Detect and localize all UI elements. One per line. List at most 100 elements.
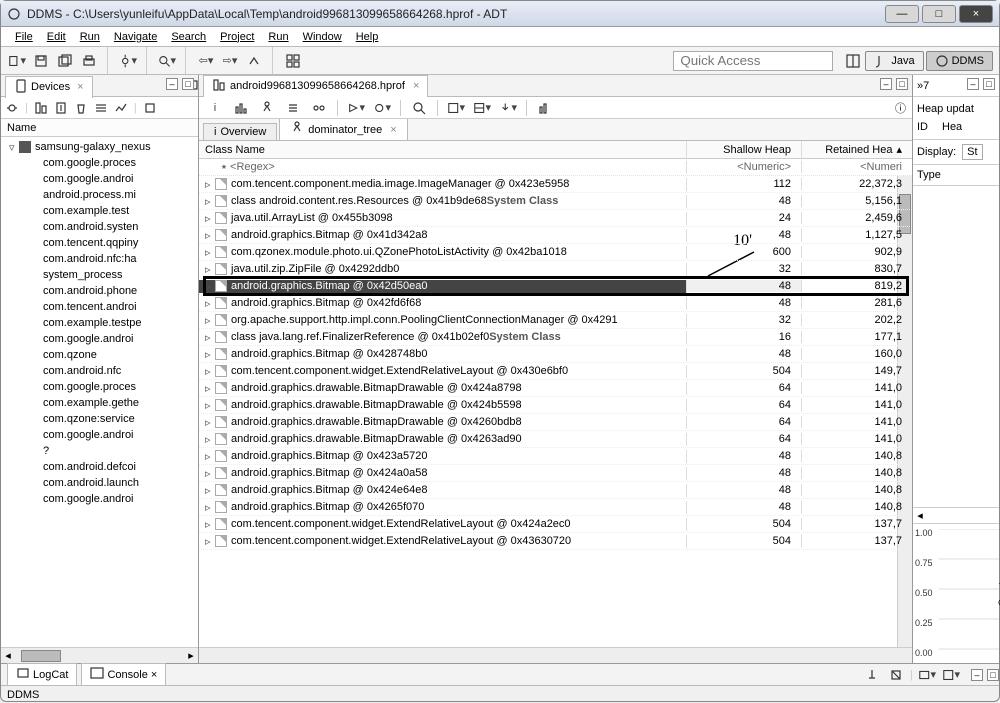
table-row[interactable]: ▹java.util.ArrayList @ 0x455b3098242,459… bbox=[199, 210, 912, 227]
table-row[interactable]: ▹android.graphics.drawable.BitmapDrawabl… bbox=[199, 431, 912, 448]
process-item[interactable]: com.android.systen bbox=[1, 219, 198, 235]
table-row[interactable]: ▹com.tencent.component.widget.ExtendRela… bbox=[199, 533, 912, 550]
logcat-tab[interactable]: LogCat bbox=[7, 663, 77, 686]
query-dropdown[interactable]: ▾ bbox=[372, 98, 392, 118]
table-row[interactable]: ▹android.graphics.Bitmap @ 0x428748b0481… bbox=[199, 346, 912, 363]
menu-window[interactable]: Window bbox=[297, 29, 348, 45]
process-item[interactable]: com.qzone bbox=[1, 347, 198, 363]
table-row[interactable]: ▹android.graphics.Bitmap @ 0x424e64e8481… bbox=[199, 482, 912, 499]
maximize-view-button[interactable]: □ bbox=[182, 78, 194, 90]
id-col-header[interactable]: ID bbox=[917, 121, 928, 133]
group-dropdown[interactable]: ▾ bbox=[446, 98, 466, 118]
process-item[interactable]: com.android.nfc:ha bbox=[1, 251, 198, 267]
menu-run[interactable]: Run bbox=[74, 29, 106, 45]
display-select[interactable]: St bbox=[962, 144, 982, 160]
save-button[interactable] bbox=[31, 51, 51, 71]
info-icon[interactable]: i bbox=[205, 98, 225, 118]
device-root[interactable]: ▿ samsung-galaxy_nexus bbox=[1, 139, 198, 155]
table-row[interactable]: ▹class java.lang.ref.FinalizerReference … bbox=[199, 329, 912, 346]
process-item[interactable]: system_process bbox=[1, 267, 198, 283]
right-scroll-left[interactable]: ◂ bbox=[913, 509, 927, 522]
search-dropdown-button[interactable]: ▾ bbox=[157, 51, 177, 71]
ddms-perspective-button[interactable]: DDMS bbox=[926, 51, 993, 71]
heap-icon[interactable] bbox=[34, 101, 48, 115]
table-row[interactable]: ▹java.util.zip.ZipFile @ 0x4292ddb032830… bbox=[199, 261, 912, 278]
minimize-view-button[interactable]: – bbox=[166, 78, 178, 90]
help-icon[interactable]: ⓘ bbox=[895, 100, 906, 116]
dominator-tree-icon[interactable] bbox=[257, 98, 277, 118]
open-perspective-button[interactable] bbox=[843, 51, 863, 71]
thread-overview-icon[interactable] bbox=[309, 98, 329, 118]
table-row[interactable]: ▹android.graphics.Bitmap @ 0x42d50ea0488… bbox=[199, 278, 912, 295]
console-tab[interactable]: Console × bbox=[81, 663, 166, 686]
devices-tab[interactable]: Devices × bbox=[5, 76, 93, 98]
table-row[interactable]: ▹com.tencent.component.widget.ExtendRela… bbox=[199, 516, 912, 533]
hprof-editor-tab[interactable]: android996813099658664268.hprof × bbox=[203, 75, 428, 97]
console-clear-icon[interactable] bbox=[886, 665, 906, 685]
console-pin-icon[interactable] bbox=[862, 665, 882, 685]
print-button[interactable] bbox=[79, 51, 99, 71]
find-icon[interactable] bbox=[409, 98, 429, 118]
minimize-button[interactable]: — bbox=[885, 5, 919, 23]
oql-icon[interactable] bbox=[283, 98, 303, 118]
process-item[interactable]: com.android.defcoi bbox=[1, 459, 198, 475]
process-item[interactable]: com.google.androi bbox=[1, 427, 198, 443]
java-perspective-button[interactable]: Java bbox=[865, 51, 923, 71]
table-row[interactable]: ▹android.graphics.Bitmap @ 0x42fd6f68482… bbox=[199, 295, 912, 312]
export-dropdown[interactable]: ▾ bbox=[498, 98, 518, 118]
table-row[interactable]: ▹com.tencent.component.widget.ExtendRela… bbox=[199, 363, 912, 380]
col-classname[interactable]: Class Name bbox=[199, 141, 687, 158]
devices-tree[interactable]: ▿ samsung-galaxy_nexus com.google.proces… bbox=[1, 137, 198, 647]
stop-icon[interactable] bbox=[143, 101, 157, 115]
menu-project[interactable]: Project bbox=[214, 29, 260, 45]
process-item[interactable]: com.example.gethe bbox=[1, 395, 198, 411]
menu-edit[interactable]: Edit bbox=[41, 29, 72, 45]
run-report-dropdown[interactable]: ▾ bbox=[346, 98, 366, 118]
nav-up-button[interactable] bbox=[244, 51, 264, 71]
regex-filter-row[interactable]: ⭑ <Regex> <Numeric> <Numeri bbox=[199, 159, 912, 176]
console-open-dropdown[interactable]: ▾ bbox=[941, 665, 961, 685]
save-all-button[interactable] bbox=[55, 51, 75, 71]
process-item[interactable]: android.process.mi bbox=[1, 187, 198, 203]
dump-hprof-icon[interactable] bbox=[54, 101, 68, 115]
process-item[interactable]: com.tencent.qqpiny bbox=[1, 235, 198, 251]
devices-name-header[interactable]: Name bbox=[1, 119, 198, 137]
nav-fwd-button[interactable]: ⇨▾ bbox=[220, 51, 240, 71]
close-icon[interactable]: × bbox=[390, 124, 396, 136]
table-row[interactable]: ▹com.qzonex.module.photo.ui.QZonePhotoLi… bbox=[199, 244, 912, 261]
debug-icon[interactable] bbox=[5, 101, 19, 115]
minimize-right-button[interactable]: – bbox=[967, 78, 979, 90]
close-button[interactable]: × bbox=[959, 5, 993, 23]
close-icon[interactable]: × bbox=[77, 81, 83, 93]
process-item[interactable]: ? bbox=[1, 443, 198, 459]
table-row[interactable]: ▹android.graphics.Bitmap @ 0x41d342a8481… bbox=[199, 227, 912, 244]
table-row[interactable]: ▹class android.content.res.Resources @ 0… bbox=[199, 193, 912, 210]
table-row[interactable]: ▹org.apache.support.http.impl.conn.Pooli… bbox=[199, 312, 912, 329]
maximize-right-button[interactable]: □ bbox=[983, 78, 995, 90]
process-item[interactable]: com.example.test bbox=[1, 203, 198, 219]
threads-icon[interactable] bbox=[94, 101, 108, 115]
maximize-editor-button[interactable]: □ bbox=[896, 78, 908, 90]
menu-run2[interactable]: Run bbox=[262, 29, 294, 45]
table-h-scrollbar[interactable] bbox=[199, 647, 912, 663]
table-row[interactable]: ▹android.graphics.drawable.BitmapDrawabl… bbox=[199, 397, 912, 414]
close-icon[interactable]: × bbox=[151, 669, 157, 681]
table-row[interactable]: ▹android.graphics.Bitmap @ 0x4265f070481… bbox=[199, 499, 912, 516]
dominator-tree-subtab[interactable]: dominator_tree × bbox=[279, 118, 407, 140]
new-dropdown-button[interactable]: ▾ bbox=[7, 51, 27, 71]
maximize-bottom-button[interactable]: □ bbox=[987, 669, 999, 681]
col-retained-heap[interactable]: Retained Hea▴ bbox=[802, 141, 912, 158]
console-display-dropdown[interactable]: ▾ bbox=[917, 665, 937, 685]
process-item[interactable]: com.android.phone bbox=[1, 283, 198, 299]
process-item[interactable]: com.google.androi bbox=[1, 171, 198, 187]
compare-icon[interactable] bbox=[535, 98, 555, 118]
trace-icon[interactable] bbox=[114, 101, 128, 115]
table-row[interactable]: ▹android.graphics.drawable.BitmapDrawabl… bbox=[199, 380, 912, 397]
quick-access-input[interactable] bbox=[673, 51, 833, 71]
close-icon[interactable]: × bbox=[413, 80, 419, 92]
table-row[interactable]: ▹android.graphics.drawable.BitmapDrawabl… bbox=[199, 414, 912, 431]
table-row[interactable]: ▹android.graphics.Bitmap @ 0x423a5720481… bbox=[199, 448, 912, 465]
process-item[interactable]: com.google.proces bbox=[1, 155, 198, 171]
overview-subtab[interactable]: i Overview bbox=[203, 123, 277, 140]
histogram-icon[interactable] bbox=[231, 98, 251, 118]
